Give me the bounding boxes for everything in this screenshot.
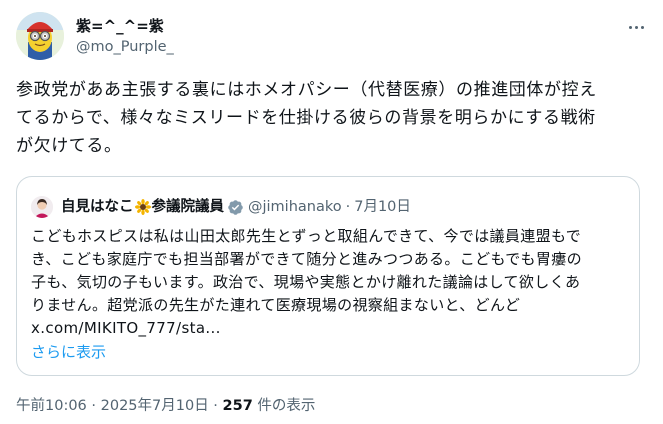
quoted-text-link[interactable]: x.com/MIKITO_777/sta... — [31, 317, 631, 340]
show-more-link[interactable]: さらに表示 — [31, 341, 106, 363]
view-count: 257 — [222, 398, 253, 414]
tweet-text-line: が欠けてる。 — [16, 136, 122, 156]
header-separator: · — [345, 199, 351, 215]
quoted-tweet-date[interactable]: 7月10日 — [354, 196, 411, 218]
sunflower-icon — [134, 199, 151, 215]
quoted-author-handle: @jimihanako — [248, 199, 342, 215]
tweet-card: 紫=^_^=紫 @mo_Purple_ 参政党がああ主張する裏にはホメオパシー（… — [0, 0, 663, 424]
tweet-text: 参政党がああ主張する裏にはホメオパシー（代替医療）の推進団体が控え てるからで、… — [16, 76, 652, 160]
tweet-text-line: 参政党がああ主張する裏にはホメオパシー（代替医療）の推進団体が控え — [16, 80, 597, 100]
quoted-text-line: 子も、気切の子もいます。政治で、現場や実態とかけ離れた議論はして欲しくあ — [31, 273, 581, 291]
view-count-label: 件の表示 — [252, 398, 316, 414]
quoted-author-title: 参議院議員 — [151, 199, 225, 215]
avatar-minion-icon — [16, 12, 64, 60]
author-handle[interactable]: @mo_Purple_ — [76, 37, 174, 57]
quoted-author-avatar — [31, 196, 53, 218]
quoted-author-name: 自見はなこ — [61, 199, 134, 215]
quoted-text-line: き、こども家庭庁でも担当部署ができて随分と進みつつある。こどもでも胃瘻の — [31, 250, 582, 268]
more-dot-icon — [628, 25, 632, 29]
avatar-person-icon — [31, 196, 53, 218]
tweet-text-line: てるからで、様々なミスリードを仕掛ける彼らの背景を明らかにする戦術 — [16, 108, 596, 128]
tweet-timestamp[interactable]: 午前10:06 · 2025年7月10日 · — [16, 398, 223, 414]
tweet-meta: 午前10:06 · 2025年7月10日 · 257 件の表示 — [16, 396, 315, 416]
quoted-tweet-header: 自見はなこ 参議院議員 @jimihanako · 7月10日 — [61, 196, 411, 218]
quoted-tweet[interactable]: 自見はなこ 参議院議員 @jimihanako · 7月10日 こどもホスピスは… — [16, 176, 640, 376]
more-dot-icon — [634, 25, 638, 29]
author-display-name[interactable]: 紫=^_^=紫 — [76, 16, 164, 36]
more-dot-icon — [640, 25, 644, 29]
quoted-text-line: こどもホスピスは私は山田太郎先生とずっと取組んできて、今では議員連盟もで — [31, 227, 582, 245]
verified-badge-icon — [228, 199, 243, 215]
author-avatar[interactable] — [16, 12, 64, 60]
quoted-text-line: りません。超党派の先生がた連れて医療現場の視察組まないと、どんど — [31, 296, 521, 314]
quoted-tweet-text: こどもホスピスは私は山田太郎先生とずっと取組んできて、今では議員連盟もで き、こ… — [31, 225, 631, 340]
more-options-button[interactable] — [625, 16, 647, 38]
